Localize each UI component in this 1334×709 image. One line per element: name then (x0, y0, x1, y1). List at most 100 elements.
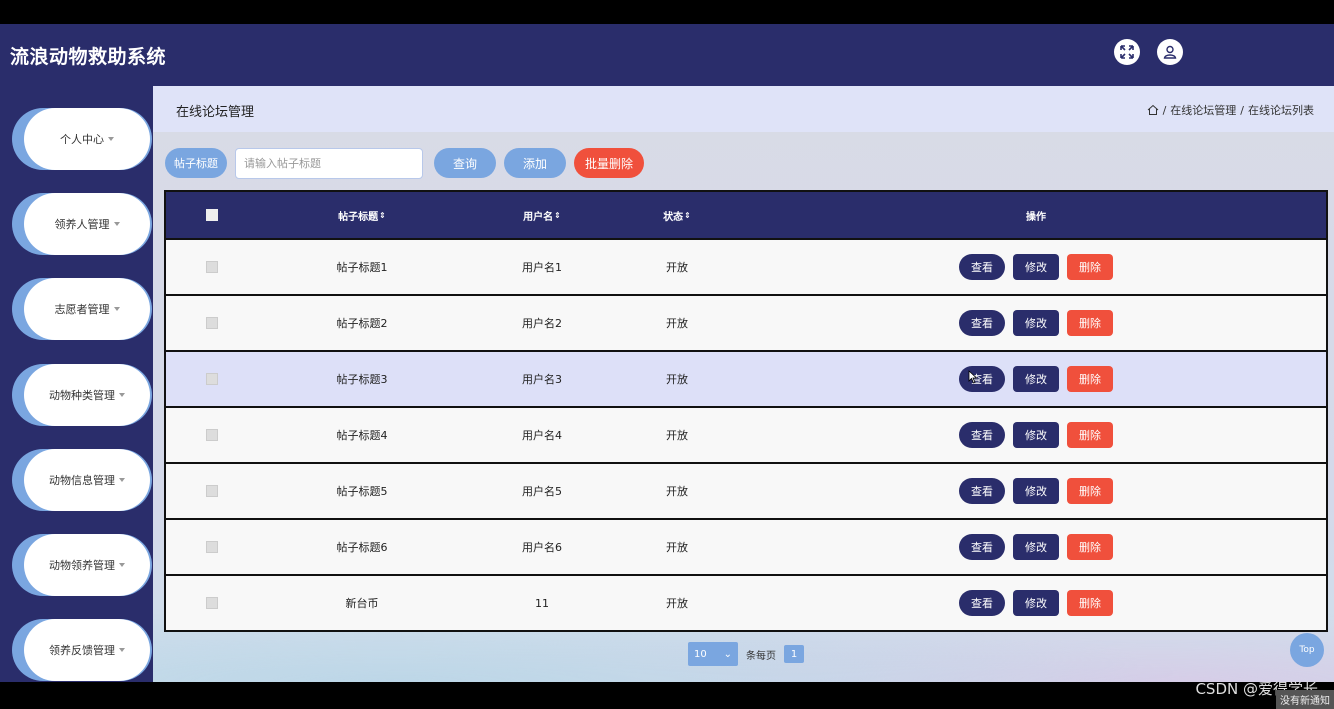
row-actions: 查看 修改 删除 (906, 296, 1166, 350)
header-user-label: 用户名 (523, 211, 554, 223)
row-select-cell (194, 352, 230, 406)
table-row: 帖子标题2 用户名2 开放 查看 修改 删除 (166, 294, 1326, 350)
row-status: 开放 (666, 597, 688, 610)
sidebar-item-personal-center[interactable]: 个人中心 (12, 108, 152, 170)
notification-label: 没有新通知 (1276, 690, 1334, 709)
mouse-cursor-icon (968, 370, 978, 384)
sidebar: 个人中心 领养人管理 志愿者管理 动物种类管理 动物信息管理 动物领养管理 领养… (0, 86, 153, 682)
row-actions: 查看 修改 删除 (906, 520, 1166, 574)
page-number-current[interactable]: 1 (784, 645, 804, 663)
window-bottom-bar (0, 682, 1334, 708)
header-title-label: 帖子标题 (338, 211, 379, 223)
edit-button[interactable]: 修改 (1013, 590, 1059, 616)
caret-down-icon (119, 478, 125, 482)
row-select-cell (194, 520, 230, 574)
user-button[interactable] (1157, 39, 1183, 65)
row-title: 新台币 (345, 597, 379, 610)
sidebar-item-label: 动物信息管理 (49, 474, 115, 487)
view-button[interactable]: 查看 (959, 310, 1005, 336)
page-title: 在线论坛管理 (176, 105, 255, 120)
row-user: 用户名4 (522, 429, 562, 442)
add-button[interactable]: 添加 (504, 148, 566, 178)
batch-delete-button[interactable]: 批量删除 (574, 148, 644, 178)
sidebar-item-adopter[interactable]: 领养人管理 (12, 193, 152, 255)
edit-button[interactable]: 修改 (1013, 478, 1059, 504)
query-button[interactable]: 查询 (434, 148, 496, 178)
view-button[interactable]: 查看 (959, 422, 1005, 448)
delete-button[interactable]: 删除 (1067, 590, 1113, 616)
row-user: 11 (535, 596, 549, 610)
row-status: 开放 (666, 373, 688, 386)
sidebar-item-animal-type[interactable]: 动物种类管理 (12, 364, 152, 426)
row-checkbox[interactable] (206, 541, 218, 553)
home-icon[interactable] (1147, 104, 1159, 116)
search-bar: 帖子标题 查询 添加 批量删除 (165, 147, 644, 179)
row-status: 开放 (666, 429, 688, 442)
delete-button[interactable]: 删除 (1067, 422, 1113, 448)
user-icon (1163, 45, 1177, 59)
sidebar-item-animal-adoption[interactable]: 动物领养管理 (12, 534, 152, 596)
back-to-top-button[interactable]: Top (1290, 633, 1324, 667)
delete-button[interactable]: 删除 (1067, 478, 1113, 504)
edit-button[interactable]: 修改 (1013, 310, 1059, 336)
fullscreen-icon (1120, 45, 1134, 59)
sidebar-item-label: 领养人管理 (54, 218, 110, 231)
row-user: 用户名3 (522, 373, 562, 386)
view-button[interactable]: 查看 (959, 534, 1005, 560)
sidebar-item-volunteer[interactable]: 志愿者管理 (12, 278, 152, 340)
row-title: 帖子标题3 (336, 373, 388, 386)
row-user: 用户名2 (522, 317, 562, 330)
sidebar-item-animal-info[interactable]: 动物信息管理 (12, 449, 152, 511)
delete-button[interactable]: 删除 (1067, 366, 1113, 392)
caret-down-icon (113, 307, 120, 311)
sidebar-item-label: 动物领养管理 (49, 559, 115, 572)
chevron-down-icon: ⌄ (723, 648, 732, 660)
view-button[interactable]: 查看 (959, 478, 1005, 504)
edit-button[interactable]: 修改 (1013, 422, 1059, 448)
breadcrumb: / 在线论坛管理 / 在线论坛列表 (1147, 102, 1314, 118)
header-ops: 操作 (1026, 211, 1046, 223)
sidebar-item-label: 领养反馈管理 (49, 644, 115, 657)
view-button[interactable]: 查看 (959, 254, 1005, 280)
row-checkbox[interactable] (206, 317, 218, 329)
sidebar-item-adoption-feedback[interactable]: 领养反馈管理 (12, 619, 152, 681)
fullscreen-button[interactable] (1114, 39, 1140, 65)
header-user[interactable]: 用户名 ⇕ (502, 192, 582, 238)
page-size-value: 10 (694, 648, 707, 660)
row-actions: 查看 修改 删除 (906, 240, 1166, 294)
row-checkbox[interactable] (206, 373, 218, 385)
table-row: 帖子标题3 用户名3 开放 查看 修改 删除 (166, 350, 1326, 406)
table-row: 帖子标题4 用户名4 开放 查看 修改 删除 (166, 406, 1326, 462)
app-title: 流浪动物救助系统 (10, 46, 167, 68)
breadcrumb-separator: / (1162, 103, 1167, 117)
view-button[interactable]: 查看 (959, 590, 1005, 616)
delete-button[interactable]: 删除 (1067, 254, 1113, 280)
table-row: 帖子标题1 用户名1 开放 查看 修改 删除 (166, 238, 1326, 294)
table-header: 帖子标题 ⇕ 用户名 ⇕ 状态 ⇕ 操作 (166, 192, 1326, 238)
delete-button[interactable]: 删除 (1067, 534, 1113, 560)
row-title: 帖子标题2 (336, 317, 388, 330)
row-checkbox[interactable] (206, 261, 218, 273)
header-status[interactable]: 状态 ⇕ (642, 192, 712, 238)
edit-button[interactable]: 修改 (1013, 534, 1059, 560)
row-checkbox[interactable] (206, 597, 218, 609)
search-field-label: 帖子标题 (165, 148, 227, 178)
edit-button[interactable]: 修改 (1013, 366, 1059, 392)
row-checkbox[interactable] (206, 485, 218, 497)
row-select-cell (194, 240, 230, 294)
header-title[interactable]: 帖子标题 ⇕ (314, 192, 410, 238)
delete-button[interactable]: 删除 (1067, 310, 1113, 336)
row-status: 开放 (666, 485, 688, 498)
edit-button[interactable]: 修改 (1013, 254, 1059, 280)
page-size-select[interactable]: 10 ⌄ (688, 642, 738, 666)
caret-down-icon (113, 222, 120, 226)
search-input[interactable] (235, 147, 423, 179)
table-row: 新台币 11 开放 查看 修改 删除 (166, 574, 1326, 630)
main-content: 在线论坛管理 / 在线论坛管理 / 在线论坛列表 帖子标题 查询 添加 批量删除… (153, 86, 1334, 682)
breadcrumb-forum-manage[interactable]: 在线论坛管理 (1170, 102, 1236, 118)
view-button[interactable]: 查看 (959, 366, 1005, 392)
row-checkbox[interactable] (206, 429, 218, 441)
caret-down-icon (119, 648, 125, 652)
row-actions: 查看 修改 删除 (906, 576, 1166, 630)
select-all-checkbox[interactable] (206, 209, 218, 221)
